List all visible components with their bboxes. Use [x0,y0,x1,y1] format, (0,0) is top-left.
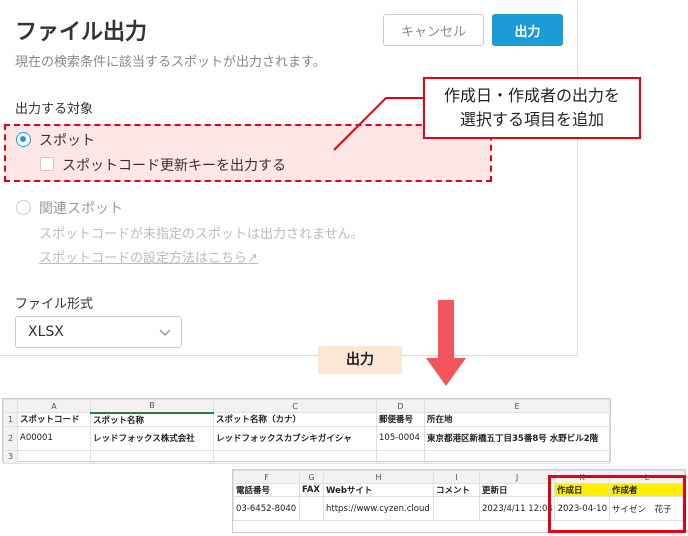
col-header: C [213,399,377,413]
table-cell: レッドフォックス株式会社 [90,425,214,451]
table-cell: 03-6452-8040 [233,496,300,521]
table-cell: 東京都港区新橋五丁目35番8号 水野ビル2階 [424,425,610,451]
col-header: G [299,470,324,484]
screenshot-root: ファイル出力 現在の検索条件に該当するスポットが出力されます。 キャンセル 出力… [0,0,688,536]
col-header: E [424,399,610,413]
table-cell [376,449,425,464]
col-header: J [479,470,555,484]
down-arrow-icon [426,300,466,386]
table-cell [299,496,324,521]
highlight-red-frame [548,475,686,533]
col-header: B [90,399,214,414]
row-number: 1 [3,412,18,427]
table-cell: スポット名称 [90,412,214,427]
table-cell: スポットコード [17,412,91,427]
table-cell [90,449,214,464]
col-header: D [376,399,425,413]
callout-line-2: 選択する項目を追加 [459,110,604,129]
table-cell: 電話番号 [233,483,300,497]
row-number: 2 [3,425,18,451]
sheet-corner [3,399,18,413]
table-cell: A00001 [17,425,91,451]
table-cell: FAX [299,483,324,497]
callout-box: 作成日・作成者の出力を 選択する項目を追加 [423,77,641,139]
table-cell [17,449,91,464]
callout-line-1: 作成日・作成者の出力を [443,86,620,105]
table-cell: 更新日 [479,483,555,497]
table-cell [213,449,377,464]
col-header: A [17,399,91,413]
table-cell [424,449,610,464]
table-cell: 郵便番号 [376,412,425,427]
table-cell: レッドフォックスカブシキガイシャ [213,425,377,451]
table-cell: 105-0004 [376,425,425,451]
table-cell [433,496,480,521]
table-cell: https://www.cyzen.cloud [323,496,434,521]
table-cell: Webサイト [323,483,434,497]
table-cell: スポット名称（カナ） [213,412,377,427]
col-header: I [433,470,480,484]
table-cell: 所在地 [424,412,610,427]
output-tag: 出力 [318,346,402,374]
spreadsheet-main: A B C D E 1 スポットコード スポット名称 スポット名称（カナ） 郵便… [2,398,611,464]
col-header: H [323,470,434,484]
table-cell: コメント [433,483,480,497]
row-number: 3 [3,449,18,464]
table-cell: 2023/4/11 12:04 [479,496,555,521]
col-header: F [233,470,300,484]
